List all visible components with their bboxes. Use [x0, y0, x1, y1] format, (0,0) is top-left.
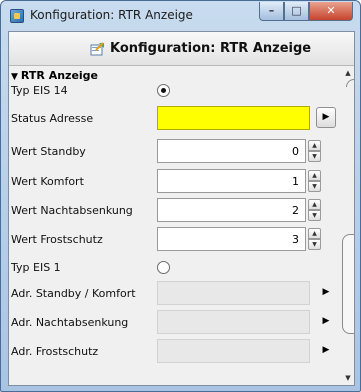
adr-frostschutz-field [157, 339, 310, 363]
row-label: Status Adresse [11, 112, 94, 125]
maximize-button[interactable]: □ [284, 2, 309, 21]
minimize-button[interactable]: – [259, 2, 284, 21]
row-label: Adr. Standby / Komfort [11, 287, 136, 300]
wert-komfort-input[interactable]: 1 [157, 169, 306, 193]
spin-up-button[interactable]: ▲ [308, 228, 321, 239]
spin-up-button[interactable]: ▲ [308, 199, 321, 210]
config-panel: Konfiguration: RTR Anzeige ▼ RTR Anzeige … [8, 31, 355, 386]
adr-nachtabsenkung-field [157, 310, 310, 334]
wert-komfort-spinner: ▲ ▼ [308, 170, 321, 192]
close-button[interactable]: ✕ [309, 2, 353, 21]
row-label: Wert Standby [11, 145, 86, 158]
app-icon [10, 9, 24, 23]
row-wert-frostschutz: Wert Frostschutz 3 ▲ ▼ [9, 227, 341, 253]
scroll-track-cap [346, 79, 354, 87]
row-adr-frostschutz: Adr. Frostschutz ▶ [9, 339, 341, 365]
adr-nachtabsenkung-select-button[interactable]: ▶ [316, 311, 336, 332]
wert-standby-input[interactable]: 0 [157, 139, 306, 163]
section-header-rtr-anzeige[interactable]: ▼ RTR Anzeige [11, 69, 98, 82]
wert-nachtabsenkung-input[interactable]: 2 [157, 198, 306, 222]
row-wert-standby: Wert Standby 0 ▲ ▼ [9, 139, 341, 165]
scroll-up-icon[interactable]: ▲ [343, 68, 353, 78]
section-label: RTR Anzeige [20, 69, 99, 82]
row-label: Typ EIS 1 [11, 261, 61, 274]
row-label: Wert Komfort [11, 175, 84, 188]
adr-standby-komfort-field [157, 281, 310, 305]
panel-title: Konfiguration: RTR Anzeige [110, 41, 312, 56]
adr-frostschutz-select-button[interactable]: ▶ [316, 340, 336, 361]
properties-list: ▼ RTR Anzeige Typ EIS 14 Status Adresse ▶… [9, 67, 341, 385]
vertical-scrollbar[interactable]: ▲ ▼ [342, 67, 354, 385]
radio-typ-eis-1[interactable] [157, 261, 170, 274]
status-adresse-field[interactable] [157, 106, 310, 130]
row-label: Wert Nachtabsenkung [11, 204, 133, 217]
scroll-down-icon[interactable]: ▼ [343, 373, 353, 383]
row-label: Wert Frostschutz [11, 233, 103, 246]
spin-down-button[interactable]: ▼ [308, 239, 321, 250]
radio-typ-eis-14[interactable] [157, 84, 170, 97]
edit-config-icon [90, 42, 104, 56]
scroll-track[interactable] [342, 79, 354, 371]
spin-down-button[interactable]: ▼ [308, 210, 321, 221]
row-adr-nachtabsenkung: Adr. Nachtabsenkung ▶ [9, 310, 341, 336]
row-label: Typ EIS 14 [11, 84, 68, 97]
wert-nachtabsenkung-spinner: ▲ ▼ [308, 199, 321, 221]
wert-frostschutz-spinner: ▲ ▼ [308, 228, 321, 250]
row-status-adresse: Status Adresse ▶ [9, 106, 341, 132]
expand-triangle-icon: ▼ [11, 72, 18, 82]
status-adresse-select-button[interactable]: ▶ [316, 107, 336, 128]
scroll-thumb[interactable] [342, 234, 354, 334]
row-label: Adr. Frostschutz [11, 345, 99, 358]
wert-frostschutz-input[interactable]: 3 [157, 227, 306, 251]
spin-up-button[interactable]: ▲ [308, 170, 321, 181]
spin-down-button[interactable]: ▼ [308, 181, 321, 192]
spin-up-button[interactable]: ▲ [308, 140, 321, 151]
wert-standby-spinner: ▲ ▼ [308, 140, 321, 162]
row-adr-standby-komfort: Adr. Standby / Komfort ▶ [9, 281, 341, 307]
dialog-window: Konfiguration: RTR Anzeige – □ ✕ Konfigu… [0, 0, 361, 392]
spin-down-button[interactable]: ▼ [308, 151, 321, 162]
title-bar[interactable]: Konfiguration: RTR Anzeige – □ ✕ [1, 1, 360, 30]
row-label: Adr. Nachtabsenkung [11, 316, 129, 329]
adr-standby-komfort-select-button[interactable]: ▶ [316, 282, 336, 303]
row-wert-nachtabsenkung: Wert Nachtabsenkung 2 ▲ ▼ [9, 198, 341, 224]
window-title: Konfiguration: RTR Anzeige [30, 8, 193, 22]
panel-header: Konfiguration: RTR Anzeige [9, 32, 354, 66]
row-wert-komfort: Wert Komfort 1 ▲ ▼ [9, 169, 341, 195]
